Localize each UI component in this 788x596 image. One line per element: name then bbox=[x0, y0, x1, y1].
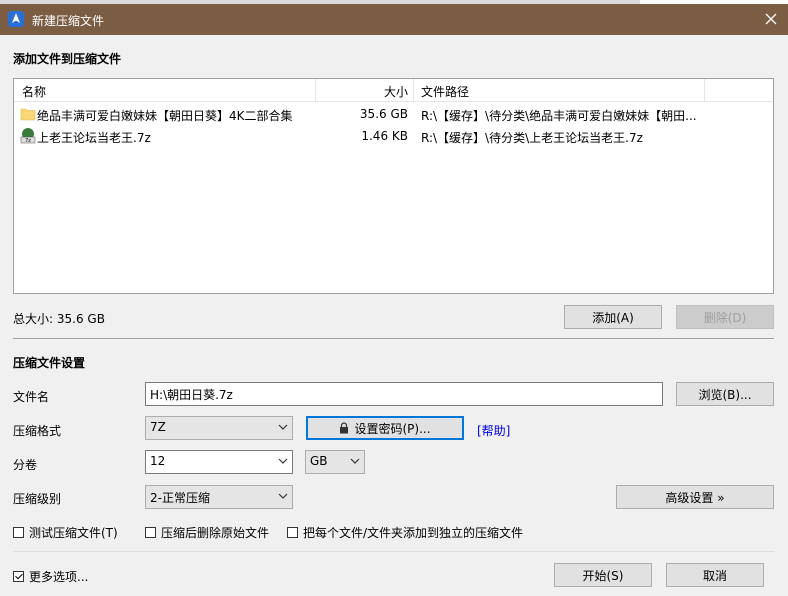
file-size: 35.6 GB bbox=[359, 107, 408, 121]
format-value: 7Z bbox=[150, 420, 166, 434]
volume-size-value: 12 bbox=[150, 454, 166, 468]
file-name: 上老王论坛当老王.7z bbox=[37, 131, 151, 145]
section-divider bbox=[13, 338, 774, 339]
column-header-name[interactable]: 名称 bbox=[22, 83, 46, 100]
folder-icon bbox=[20, 108, 36, 121]
more-options-label: 更多选项... bbox=[29, 570, 89, 584]
file-list[interactable]: 名称 大小 文件路径 绝品丰满可爱白嫩妹妹【朝田日葵】4K二部合集 35.6 G… bbox=[13, 78, 774, 294]
column-separator[interactable] bbox=[315, 79, 316, 101]
level-select[interactable]: 2-正常压缩 bbox=[145, 485, 293, 509]
start-button[interactable]: 开始(S) bbox=[554, 563, 652, 587]
checkbox-box[interactable] bbox=[287, 527, 298, 538]
window-title: 新建压缩文件 bbox=[32, 14, 105, 28]
set-password-label: 设置密码(P)... bbox=[354, 421, 431, 436]
title-bar[interactable]: 新建压缩文件 bbox=[0, 4, 788, 35]
file-path: R:\【缓存】\待分类\上老王论坛当老王.7z bbox=[421, 131, 643, 145]
lock-icon bbox=[340, 422, 349, 434]
filename-label: 文件名 bbox=[13, 390, 50, 404]
column-separator[interactable] bbox=[413, 79, 414, 101]
chevron-down-icon bbox=[278, 493, 288, 499]
set-password-button[interactable]: 设置密码(P)... bbox=[306, 416, 464, 440]
checkbox-box[interactable] bbox=[145, 527, 156, 538]
file-size: 1.46 KB bbox=[361, 129, 408, 143]
file-row[interactable]: 绝品丰满可爱白嫩妹妹【朝田日葵】4K二部合集 35.6 GB R:\【缓存】\待… bbox=[14, 103, 773, 125]
browse-button[interactable]: 浏览(B)... bbox=[676, 382, 774, 406]
files-section-title: 添加文件到压缩文件 bbox=[13, 52, 122, 66]
checkbox-box[interactable] bbox=[13, 571, 24, 582]
filename-input[interactable]: H:\朝田日葵.7z bbox=[145, 382, 663, 406]
file-row[interactable]: 7z 上老王论坛当老王.7z 1.46 KB R:\【缓存】\待分类\上老王论坛… bbox=[14, 125, 773, 147]
file-name: 绝品丰满可爱白嫩妹妹【朝田日葵】4K二部合集 bbox=[37, 109, 293, 123]
7z-archive-icon: 7z bbox=[20, 128, 36, 144]
chevron-down-icon bbox=[350, 458, 360, 464]
more-options-checkbox[interactable]: 更多选项... bbox=[13, 568, 88, 585]
volume-label: 分卷 bbox=[13, 458, 38, 472]
delete-button[interactable]: 删除(D) bbox=[676, 305, 774, 329]
volume-unit-value: GB bbox=[310, 454, 328, 468]
level-value: 2-正常压缩 bbox=[150, 491, 210, 505]
delete-after-checkbox[interactable]: 压缩后删除原始文件 bbox=[145, 524, 269, 541]
column-separator[interactable] bbox=[704, 79, 705, 101]
app-icon bbox=[8, 11, 24, 27]
settings-section-title: 压缩文件设置 bbox=[13, 356, 86, 370]
chevron-down-icon bbox=[278, 424, 288, 430]
svg-text:7z: 7z bbox=[25, 138, 31, 144]
format-select[interactable]: 7Z bbox=[145, 416, 293, 440]
help-link[interactable]: [帮助] bbox=[477, 422, 510, 439]
close-button[interactable] bbox=[758, 7, 784, 31]
advanced-settings-button[interactable]: 高级设置 » bbox=[616, 485, 774, 509]
column-header-size[interactable]: 大小 bbox=[384, 83, 408, 100]
level-label: 压缩级别 bbox=[13, 492, 62, 506]
footer-divider bbox=[13, 551, 774, 552]
checkbox-box[interactable] bbox=[13, 527, 24, 538]
add-button[interactable]: 添加(A) bbox=[564, 305, 662, 329]
total-size-label: 总大小: 35.6 GB bbox=[13, 312, 105, 326]
test-archive-checkbox[interactable]: 测试压缩文件(T) bbox=[13, 524, 118, 541]
file-path: R:\【缓存】\待分类\绝品丰满可爱白嫩妹妹【朝田... bbox=[421, 109, 697, 123]
separate-archives-checkbox[interactable]: 把每个文件/文件夹添加到独立的压缩文件 bbox=[287, 524, 523, 541]
chevron-down-icon bbox=[278, 458, 288, 464]
delete-after-label: 压缩后删除原始文件 bbox=[161, 526, 270, 540]
separate-archives-label: 把每个文件/文件夹添加到独立的压缩文件 bbox=[303, 526, 524, 540]
file-list-header: 名称 大小 文件路径 bbox=[14, 79, 773, 102]
volume-unit-select[interactable]: GB bbox=[305, 450, 365, 474]
format-label: 压缩格式 bbox=[13, 424, 62, 438]
cancel-button[interactable]: 取消 bbox=[666, 563, 764, 587]
column-header-path[interactable]: 文件路径 bbox=[421, 83, 469, 100]
close-icon bbox=[765, 13, 777, 25]
volume-size-combo[interactable]: 12 bbox=[145, 450, 293, 474]
test-archive-label: 测试压缩文件(T) bbox=[29, 526, 118, 540]
